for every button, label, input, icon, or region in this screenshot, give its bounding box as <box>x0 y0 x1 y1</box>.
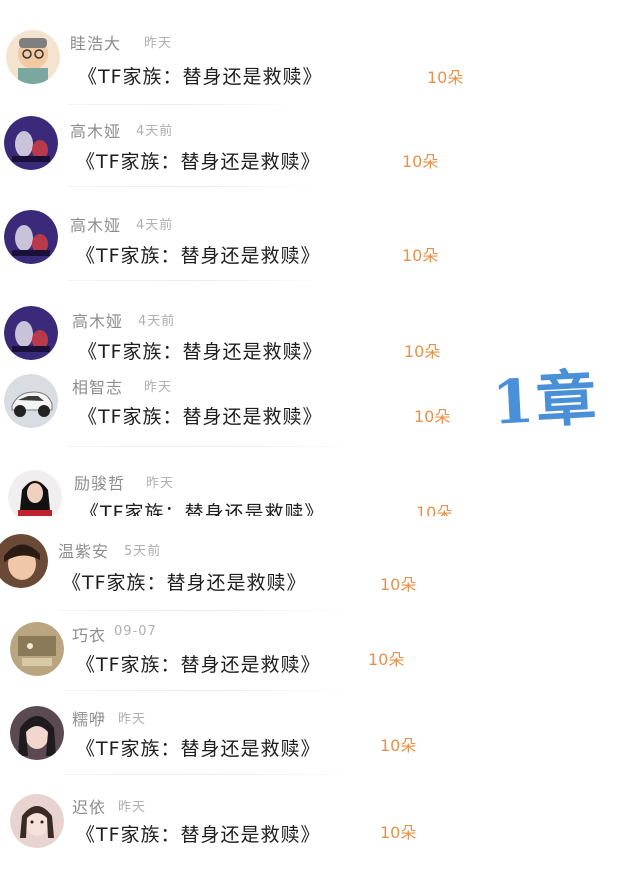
timestamp: 09-07 <box>114 624 157 639</box>
username[interactable]: 高木娅 <box>70 118 121 142</box>
avatar[interactable] <box>6 30 60 84</box>
username[interactable]: 温紫安 <box>58 538 109 562</box>
timestamp: 4天前 <box>136 124 174 139</box>
avatar[interactable] <box>4 374 58 428</box>
avatar[interactable] <box>10 706 64 760</box>
gift-count: 10朵 <box>380 736 417 755</box>
username[interactable]: 高木娅 <box>70 212 121 236</box>
list-item[interactable]: 迟依 昨天 《TF家族：替身还是救赎》 10朵 <box>0 792 460 884</box>
divider <box>64 774 364 775</box>
avatar[interactable] <box>10 794 64 848</box>
username[interactable]: 迟依 <box>72 794 106 818</box>
gift-count: 10朵 <box>380 823 417 842</box>
gift-count: 10朵 <box>414 407 451 426</box>
list-item[interactable]: 高木娅 4天前 《TF家族：替身还是救赎》 10朵 <box>0 206 460 298</box>
timestamp: 5天前 <box>124 544 162 559</box>
book-title[interactable]: 《TF家族：替身还是救赎》 <box>76 241 321 268</box>
book-title[interactable]: 《TF家族：替身还是救赎》 <box>78 62 323 89</box>
timestamp: 昨天 <box>146 476 175 491</box>
timestamp: 4天前 <box>136 218 174 233</box>
image-seam <box>0 516 460 530</box>
username[interactable]: 励骏哲 <box>74 470 125 494</box>
gift-count: 10朵 <box>368 650 405 669</box>
timestamp: 昨天 <box>118 800 147 815</box>
book-title[interactable]: 《TF家族：替身还是救赎》 <box>78 337 323 364</box>
username[interactable]: 眭浩大 <box>70 30 121 54</box>
divider <box>68 280 328 281</box>
avatar[interactable] <box>10 622 64 676</box>
gift-count: 10朵 <box>402 152 439 171</box>
divider <box>68 446 368 447</box>
avatar[interactable] <box>4 116 58 170</box>
avatar[interactable] <box>4 210 58 264</box>
username[interactable]: 相智志 <box>72 374 123 398</box>
gift-count: 10朵 <box>404 342 441 361</box>
timestamp: 昨天 <box>144 36 173 51</box>
avatar[interactable] <box>0 534 48 588</box>
book-title[interactable]: 《TF家族：替身还是救赎》 <box>76 650 321 677</box>
timestamp: 昨天 <box>144 380 173 395</box>
gift-count: 10朵 <box>380 575 417 594</box>
username[interactable]: 巧衣 <box>72 622 106 646</box>
list-item[interactable]: 相智志 昨天 《TF家族：替身还是救赎》 10朵 <box>0 370 460 462</box>
gift-count: 10朵 <box>427 68 464 87</box>
list-item[interactable]: 糯咿 昨天 《TF家族：替身还是救赎》 10朵 <box>0 704 460 796</box>
book-title[interactable]: 《TF家族：替身还是救赎》 <box>76 734 321 761</box>
username[interactable]: 糯咿 <box>72 706 106 730</box>
list-item[interactable]: 高木娅 4天前 《TF家族：替身还是救赎》 10朵 <box>0 112 460 204</box>
list-item[interactable]: 眭浩大 昨天 《TF家族：替身还是救赎》 10朵 <box>0 22 464 114</box>
divider <box>68 104 298 105</box>
book-title[interactable]: 《TF家族：替身还是救赎》 <box>62 568 307 595</box>
gift-count: 10朵 <box>402 246 439 265</box>
timestamp: 4天前 <box>138 314 176 329</box>
book-title[interactable]: 《TF家族：替身还是救赎》 <box>76 147 321 174</box>
divider <box>64 690 364 691</box>
book-title[interactable]: 《TF家族：替身还是救赎》 <box>78 402 323 429</box>
timestamp: 昨天 <box>118 712 147 727</box>
list-item[interactable]: 巧衣 09-07 《TF家族：替身还是救赎》 10朵 <box>0 620 460 712</box>
chapter-overlay-text: 1章 <box>490 363 600 439</box>
divider <box>58 610 358 611</box>
book-title[interactable]: 《TF家族：替身还是救赎》 <box>76 820 321 847</box>
avatar[interactable] <box>4 306 58 360</box>
username[interactable]: 高木娅 <box>72 308 123 332</box>
divider <box>68 186 328 187</box>
